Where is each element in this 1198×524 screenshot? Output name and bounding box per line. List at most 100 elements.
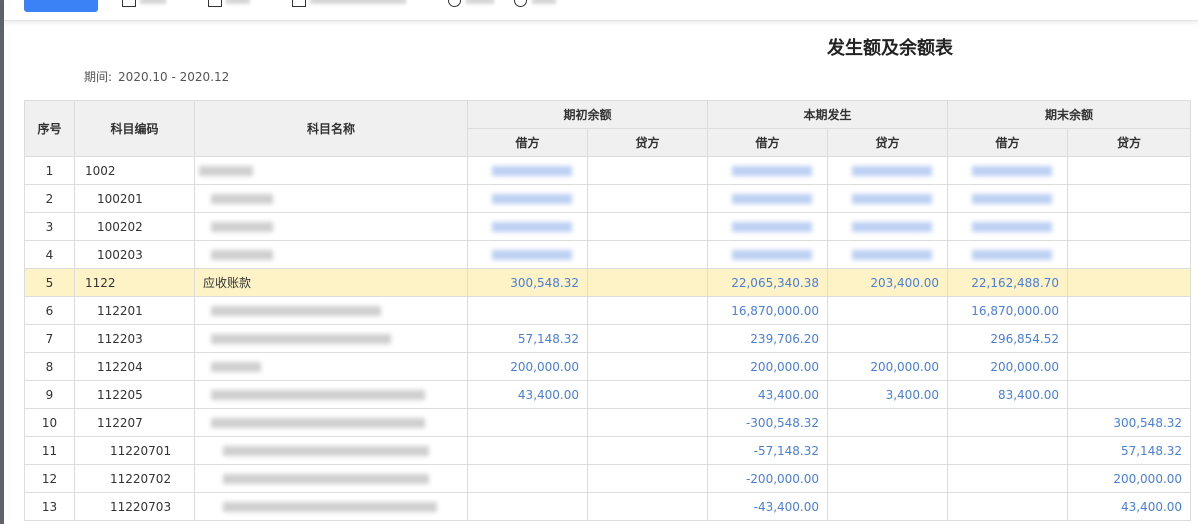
redacted-amount	[492, 250, 572, 260]
amount-oc	[586, 408, 709, 437]
amount-cc	[827, 296, 949, 325]
redacted-amount	[492, 166, 572, 176]
table-row[interactable]: 3 100202	[24, 212, 1192, 241]
amount-value: 3,400.00	[885, 387, 940, 402]
account-name	[194, 184, 468, 213]
amount-value: 200,000.00	[990, 359, 1060, 374]
amount-ec: 43,400.00	[1067, 492, 1192, 521]
redacted-name	[223, 502, 437, 512]
amount-od	[467, 212, 588, 241]
toolbar-label-obscured	[466, 0, 494, 4]
account-code: 112207	[74, 408, 195, 437]
redacted-amount	[972, 194, 1053, 204]
header-index: 序号	[24, 100, 75, 157]
amount-cd: -300,548.32	[707, 408, 829, 437]
amount-cd	[707, 156, 829, 185]
table-row[interactable]: 6 112201 16,870,000.00 16,870,000.00	[24, 296, 1192, 325]
table-row[interactable]: 9 112205 43,400.00 43,400.00 3,400.00 83,400.…	[24, 380, 1192, 409]
amount-value: 83,400.00	[997, 387, 1060, 402]
export-icon[interactable]	[292, 0, 306, 7]
table-row[interactable]: 11 11220701 -57,148.32 57,148.32	[24, 436, 1192, 465]
close-icon[interactable]	[514, 0, 527, 7]
redacted-name	[223, 446, 429, 456]
account-code: 1002	[74, 156, 195, 185]
amount-ed: 83,400.00	[947, 380, 1069, 409]
primary-action-button[interactable]	[24, 0, 98, 12]
amount-oc	[586, 464, 709, 493]
amount-value: 43,400.00	[1120, 499, 1183, 514]
redacted-amount	[972, 250, 1053, 260]
account-name	[194, 296, 468, 325]
amount-od	[467, 464, 588, 493]
amount-value: -43,400.00	[753, 499, 820, 514]
amount-cc	[827, 464, 949, 493]
account-name: 应收账款	[194, 268, 468, 297]
amount-cd: 43,400.00	[707, 380, 829, 409]
amount-ec	[1067, 352, 1192, 381]
row-index: 2	[24, 184, 75, 213]
account-code: 100203	[74, 240, 195, 269]
redacted-name	[211, 306, 381, 316]
table-row[interactable]: 5 1122 应收账款 300,548.32 22,065,340.38 203,400.…	[24, 268, 1192, 297]
amount-cc	[827, 324, 949, 353]
redacted-amount	[732, 250, 813, 260]
period-info: 期间: 2020.10 - 2020.12	[84, 68, 235, 85]
account-code: 112204	[74, 352, 195, 381]
amount-value: 200,000.00	[870, 359, 940, 374]
amount-cd: 200,000.00	[707, 352, 829, 381]
row-index: 1	[24, 156, 75, 185]
amount-cc	[827, 436, 949, 465]
amount-ed	[947, 240, 1069, 269]
amount-cc: 3,400.00	[827, 380, 949, 409]
redacted-amount	[492, 194, 572, 204]
account-name	[194, 380, 468, 409]
amount-cc: 203,400.00	[827, 268, 949, 297]
amount-value: 200,000.00	[510, 359, 579, 374]
redacted-amount	[732, 222, 813, 232]
row-index: 10	[24, 408, 75, 437]
amount-oc	[586, 380, 709, 409]
amount-value: 43,400.00	[517, 387, 579, 402]
redacted-name	[211, 222, 273, 232]
account-code: 112201	[74, 296, 195, 325]
amount-oc	[586, 240, 709, 269]
amount-cc	[827, 240, 949, 269]
amount-oc	[586, 436, 709, 465]
redacted-amount	[972, 166, 1053, 176]
amount-cc: 200,000.00	[827, 352, 949, 381]
amount-cc	[827, 184, 949, 213]
header-current: 本期发生	[707, 100, 949, 129]
redacted-name	[211, 334, 391, 344]
table-row[interactable]: 4 100203	[24, 240, 1192, 269]
table-row[interactable]: 10 112207 -300,548.32 300,548.32	[24, 408, 1192, 437]
redacted-amount	[732, 166, 813, 176]
header-closing-credit: 贷方	[1067, 128, 1192, 157]
toolbar-label-obscured	[310, 0, 406, 4]
redacted-amount	[732, 194, 813, 204]
document-icon[interactable]	[122, 0, 136, 7]
account-name	[194, 464, 468, 493]
amount-ed	[947, 408, 1069, 437]
table-row[interactable]: 1 1002	[24, 156, 1192, 185]
row-index: 4	[24, 240, 75, 269]
header-closing-debit: 借方	[947, 128, 1069, 157]
amount-oc	[586, 352, 709, 381]
amount-value: 300,548.32	[1113, 415, 1183, 430]
amount-ed: 16,870,000.00	[947, 296, 1069, 325]
table-row[interactable]: 7 112203 57,148.32 239,706.20 296,854.52	[24, 324, 1192, 353]
table-row[interactable]: 2 100201	[24, 184, 1192, 213]
account-name	[194, 156, 468, 185]
account-name	[194, 436, 468, 465]
redacted-amount	[852, 166, 933, 176]
amount-value: 200,000.00	[1113, 471, 1183, 486]
amount-ed	[947, 184, 1069, 213]
table-row[interactable]: 13 11220703 -43,400.00 43,400.00	[24, 492, 1192, 521]
refresh-icon[interactable]	[448, 0, 461, 7]
file-icon[interactable]	[208, 0, 222, 7]
amount-od	[467, 184, 588, 213]
amount-od: 200,000.00	[467, 352, 588, 381]
report-title: 发生额及余额表	[827, 38, 953, 59]
window-left-border	[0, 0, 4, 524]
table-row[interactable]: 8 112204 200,000.00 200,000.00 200,000.00 200…	[24, 352, 1192, 381]
table-row[interactable]: 12 11220702 -200,000.00 200,000.00	[24, 464, 1192, 493]
